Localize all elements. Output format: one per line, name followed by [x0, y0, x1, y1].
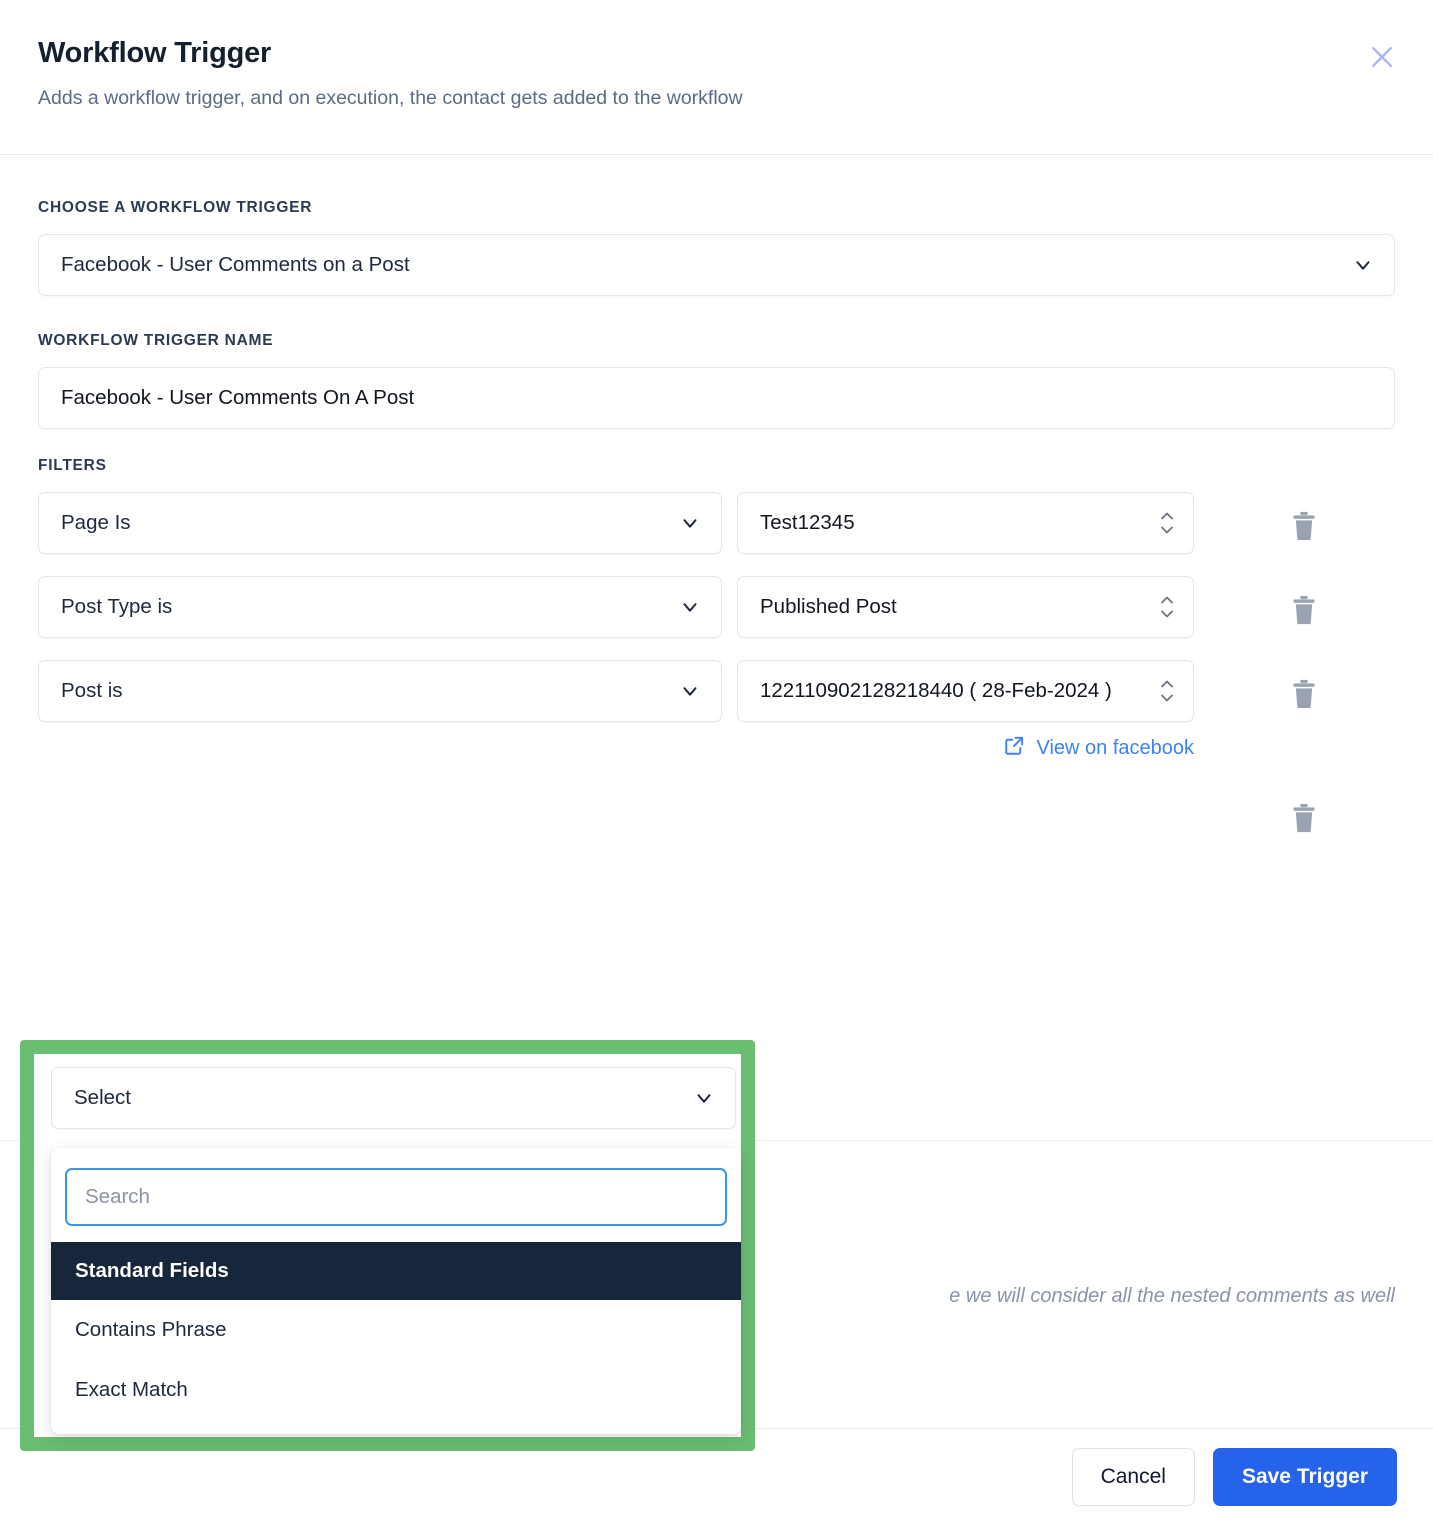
filter-value-text: Test12345	[760, 511, 855, 535]
workflow-trigger-select-value: Facebook - User Comments on a Post	[61, 253, 410, 276]
workflow-trigger-select[interactable]: Facebook - User Comments on a Post	[38, 234, 1395, 296]
filter-condition-placeholder: Select	[74, 1086, 131, 1109]
filter-value-select[interactable]: Test12345	[737, 492, 1194, 554]
chevron-down-icon	[679, 596, 701, 618]
search-input[interactable]	[65, 1168, 727, 1226]
filter-condition-value: Page Is	[61, 511, 131, 534]
cancel-button[interactable]: Cancel	[1071, 1448, 1195, 1506]
dropdown-search-wrap	[51, 1160, 741, 1242]
stepper-icon[interactable]	[1159, 680, 1175, 703]
filter-value-text: Published Post	[760, 595, 897, 619]
dropdown-option-contains-phrase[interactable]: Contains Phrase	[51, 1300, 741, 1360]
filter-row: Post Type is Published Post	[38, 576, 1395, 638]
view-on-facebook-link[interactable]: View on facebook	[1036, 737, 1194, 760]
chevron-down-icon	[1352, 254, 1374, 276]
delete-filter-button[interactable]	[1285, 506, 1323, 549]
filter-condition-select[interactable]: Page Is	[38, 492, 722, 554]
trash-icon	[1289, 511, 1319, 545]
chevron-down-icon	[693, 1087, 715, 1109]
delete-filter-button[interactable]	[1285, 674, 1323, 717]
trash-icon	[1289, 595, 1319, 629]
view-on-facebook-row: View on facebook	[737, 734, 1194, 762]
filter-condition-select[interactable]: Post Type is	[38, 576, 722, 638]
filter-row: Post is 122110902128218440 ( 28-Feb-2024…	[38, 660, 1395, 762]
dropdown-option-exact-match[interactable]: Exact Match	[51, 1360, 741, 1420]
trigger-name-value: Facebook - User Comments On A Post	[61, 386, 415, 409]
trash-icon	[1289, 679, 1319, 713]
trigger-name-label: WORKFLOW TRIGGER NAME	[38, 332, 274, 349]
dropdown-menu: Standard Fields Contains Phrase Exact Ma…	[51, 1148, 741, 1434]
filter-condition-select[interactable]: Post is	[38, 660, 722, 722]
modal-bottom-shadow	[40, 1513, 1393, 1525]
filters-list: Page Is Test12345 Post Type is Published…	[38, 492, 1395, 846]
external-link-icon	[1003, 734, 1026, 762]
trash-icon	[1289, 803, 1319, 837]
dropdown-group-header: Standard Fields	[51, 1242, 741, 1300]
page-title: Workflow Trigger	[38, 37, 272, 69]
close-button[interactable]	[1361, 36, 1403, 78]
close-icon	[1367, 42, 1397, 72]
modal-body: CHOOSE A WORKFLOW TRIGGER Facebook - Use…	[0, 155, 1433, 1451]
filter-condition-value: Post is	[61, 679, 123, 702]
filter-value-select[interactable]: 122110902128218440 ( 28-Feb-2024 )	[737, 660, 1194, 722]
trigger-name-field[interactable]: Facebook - User Comments On A Post	[38, 367, 1395, 429]
filter-value-text: 122110902128218440 ( 28-Feb-2024 )	[760, 679, 1112, 703]
workflow-trigger-modal: Workflow Trigger Adds a workflow trigger…	[0, 0, 1433, 1525]
highlight-annotation: Select Standard Fields Contains Phrase E…	[20, 1040, 755, 1451]
stepper-icon[interactable]	[1159, 512, 1175, 535]
modal-header: Workflow Trigger Adds a workflow trigger…	[0, 0, 1433, 155]
stepper-icon[interactable]	[1159, 596, 1175, 619]
chevron-down-icon	[679, 512, 701, 534]
delete-filter-button[interactable]	[1285, 798, 1323, 841]
chevron-down-icon	[679, 680, 701, 702]
filters-label: FILTERS	[38, 457, 107, 474]
save-trigger-button[interactable]: Save Trigger	[1212, 1448, 1397, 1506]
filter-condition-value: Post Type is	[61, 595, 173, 618]
filter-row	[38, 784, 1395, 846]
modal-subtitle: Adds a workflow trigger, and on executio…	[38, 86, 743, 109]
filter-value-select[interactable]: Published Post	[737, 576, 1194, 638]
filter-row: Page Is Test12345	[38, 492, 1395, 554]
filter-condition-select-open[interactable]: Select	[51, 1067, 736, 1129]
choose-trigger-label: CHOOSE A WORKFLOW TRIGGER	[38, 199, 313, 216]
delete-filter-button[interactable]	[1285, 590, 1323, 633]
